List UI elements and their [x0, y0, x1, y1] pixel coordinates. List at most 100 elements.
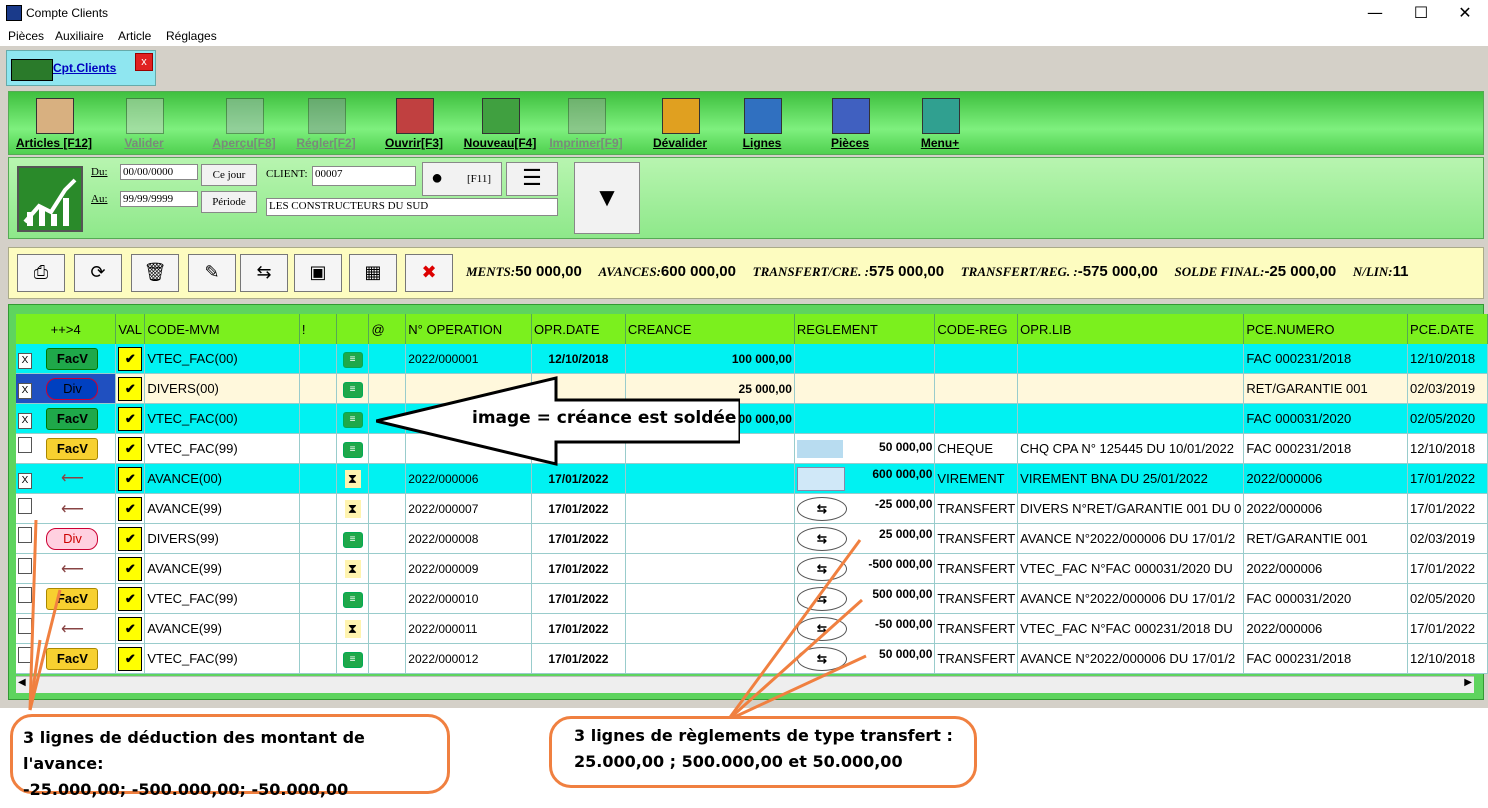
minimize-button[interactable]: — [1352, 0, 1398, 26]
total-payments-value: 50 000,00 [515, 263, 582, 280]
column-header[interactable]: PCE.NUMERO [1243, 314, 1409, 344]
tab-close-icon[interactable]: x [135, 53, 153, 71]
reglement-cell: 50 000,00 [794, 433, 936, 464]
client-label: CLIENT: [266, 168, 308, 180]
column-header[interactable]: @ [368, 314, 407, 344]
document-date-cell: 12/10/2018 [1407, 344, 1488, 374]
toolbar-button-6[interactable]: Imprimer[F9] [541, 96, 631, 152]
column-header[interactable]: ! [299, 314, 337, 344]
column-header[interactable]: OPR.LIB [1017, 314, 1245, 344]
toolbar-button-8[interactable]: Lignes [717, 96, 807, 152]
table-row[interactable]: X FacV ✔ VTEC_FAC(00) ≡ 2022/000001 12/10/201… [16, 344, 1488, 374]
column-header[interactable]: CODE-MVM [144, 314, 300, 344]
select-area-icon[interactable]: ▣ [294, 254, 342, 292]
document-date-cell: 02/05/2020 [1407, 403, 1488, 434]
transfer-icon[interactable]: ⇆ [240, 254, 288, 292]
toolbar-button-3[interactable]: Régler[F2] [281, 96, 371, 152]
title-bar: Compte Clients — ☐ ✕ [0, 0, 1488, 26]
row-checkbox[interactable]: X [18, 352, 32, 369]
edit-icon[interactable]: ✎ [188, 254, 236, 292]
total-advances-label: AVANCES: [598, 264, 661, 279]
hamburger-icon[interactable]: ☰ [506, 162, 558, 196]
menu-article[interactable]: Article [118, 29, 151, 43]
column-header[interactable] [336, 314, 370, 344]
au-date-field[interactable]: 99/99/9999 [120, 191, 198, 207]
document-number-cell: 2022/000006 [1243, 553, 1409, 584]
client-code-field[interactable]: 00007 [312, 166, 416, 186]
column-header[interactable]: CREANCE [625, 314, 795, 344]
maximize-button[interactable]: ☐ [1398, 0, 1444, 26]
settled-icon: ≡ [342, 351, 363, 368]
menu-auxiliaire[interactable]: Auxiliaire [55, 29, 104, 43]
operation-label-cell: AVANCE N°2022/000006 DU 17/01/2 [1017, 643, 1245, 674]
table-row[interactable]: X FacV ✔ VTEC_FAC(00) ≡ 00 000,00 FAC 000031/… [16, 403, 1488, 434]
column-header[interactable]: CODE-REG [934, 314, 1019, 344]
toolbar-button-9[interactable]: Pièces [805, 96, 895, 152]
growth-chart-icon [17, 166, 83, 232]
document-number-cell: FAC 000231/2018 [1243, 433, 1409, 464]
document-number-cell: 2022/000006 [1243, 463, 1409, 494]
cancel-icon[interactable]: ✖ [405, 254, 453, 292]
column-header[interactable]: PCE.DATE [1407, 314, 1488, 344]
close-button[interactable]: ✕ [1442, 0, 1488, 26]
row-checkbox[interactable]: X [18, 412, 32, 429]
document-number-cell: RET/GARANTIE 001 [1243, 373, 1409, 404]
filter-icon[interactable]: ▼ [574, 162, 640, 234]
select-grid-icon[interactable]: ▦ [349, 254, 397, 292]
code-reg-cell: TRANSFERT [934, 643, 1019, 674]
callout1-line2: -25.000,00; -500.000,00; -50.000,00 [23, 780, 349, 799]
creance-cell: 100 000,00 [625, 344, 795, 374]
settled-icon: ≡ [342, 411, 363, 428]
toolbar: Articles [F12] Valider Aperçu[F8] Régler[F2… [8, 91, 1484, 155]
column-header[interactable]: ++>4 [16, 314, 117, 344]
callout-advance-deductions: 3 lignes de déduction des montant de l'a… [10, 714, 450, 799]
row-checkbox[interactable]: X [18, 382, 32, 399]
toolbar-button-label: Régler[F2] [296, 136, 356, 150]
document-type-badge: Div [46, 377, 99, 400]
column-header[interactable]: N° OPERATION [405, 314, 533, 344]
menu-pieces[interactable]: Pièces [8, 29, 44, 43]
line-count-value: 11 [1392, 263, 1409, 280]
toolbar-button-label: Pièces [830, 136, 870, 150]
column-header[interactable]: VAL [115, 314, 146, 344]
toolbar-button-4[interactable]: Ouvrir[F3] [369, 96, 459, 152]
table-row[interactable]: X Div ✔ DIVERS(00) ≡ 25 000,00 RET/GARANTIE 0… [16, 373, 1488, 404]
document-number-cell: FAC 000231/2018 [1243, 344, 1409, 374]
flag-cell [299, 403, 337, 434]
row-select-cell[interactable]: X Div [16, 373, 117, 404]
operation-label-cell [1017, 344, 1245, 374]
row-select-cell[interactable]: FacV [16, 433, 117, 464]
menu-icon [922, 98, 960, 134]
toolbar-button-10[interactable]: Menu+ [895, 96, 985, 152]
document-date-cell: 17/01/2022 [1407, 463, 1488, 494]
column-header[interactable]: OPR.DATE [531, 314, 626, 344]
code-reg-cell: VIREMENT [934, 463, 1019, 494]
transfer-reg-value: -575 000,00 [1077, 263, 1158, 280]
tab-cpt-clients[interactable]: Cpt.Clients x [6, 50, 156, 86]
client-search-button[interactable]: ● [F11] [422, 162, 502, 196]
scroll-right-icon[interactable]: ▶ [1464, 677, 1472, 688]
refresh-icon[interactable]: ⟳ [74, 254, 122, 292]
operation-date-cell: 12/10/2018 [531, 344, 626, 374]
row-select-cell[interactable]: X FacV [16, 344, 117, 374]
toolbar-button-1[interactable]: Valider [99, 96, 189, 152]
operation-label-cell: VTEC_FAC N°FAC 000031/2020 DU [1017, 553, 1245, 584]
row-select-cell[interactable]: X FacV [16, 403, 117, 434]
toolbar-button-label: Ouvrir[F3] [384, 136, 443, 150]
export-xls-icon[interactable]: ⎙ [17, 254, 65, 292]
toolbar-button-7[interactable]: Dévalider [635, 96, 725, 152]
document-date-cell: 17/01/2022 [1407, 613, 1488, 644]
periode-button[interactable]: Période [201, 191, 257, 213]
toolbar-button-2[interactable]: Aperçu[F8] [199, 96, 289, 152]
toolbar-button-5[interactable]: Nouveau[F4] [455, 96, 545, 152]
validated-cell: ✔ [115, 403, 146, 434]
column-header[interactable]: REGLEMENT [794, 314, 936, 344]
status-cell: ≡ [336, 433, 370, 464]
trash-icon[interactable]: 🗑 [131, 254, 179, 292]
ce-jour-button[interactable]: Ce jour [201, 164, 257, 186]
du-date-field[interactable]: 00/00/0000 [120, 164, 198, 180]
toolbar-button-0[interactable]: Articles [F12] [9, 96, 99, 152]
menu-reglages[interactable]: Réglages [166, 29, 217, 43]
row-checkbox[interactable] [18, 437, 32, 453]
table-row[interactable]: FacV ✔ VTEC_FAC(99) ≡ 50 000,00 CHEQUE CHQ CPA… [16, 433, 1488, 464]
